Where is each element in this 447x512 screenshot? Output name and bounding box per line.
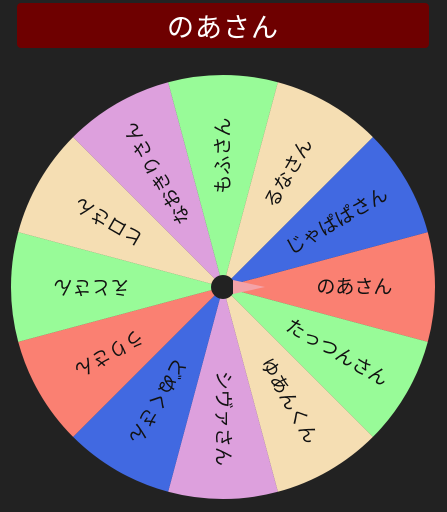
wheel-segment-label: もふさん: [212, 118, 234, 194]
wheel-segment-label: えとさん: [54, 276, 130, 298]
result-banner: のあさん: [17, 3, 429, 48]
wheel-segment-label: シヴァさん: [212, 371, 234, 466]
wheel-hub[interactable]: [211, 275, 235, 299]
wheel-segment-label: のあさん: [316, 276, 392, 298]
roulette-wheel[interactable]: のあさんたっつんさんゆあんくんシヴァさんどぬくさんうりさんえとさんヒロさんなおき…: [0, 0, 447, 512]
roulette-app: のあさん たっつんさん ゆあんくん シヴァさん どぬくさん うりさん えとさん ヒロさん なおき…: [0, 0, 447, 512]
result-title: のあさん: [167, 13, 279, 44]
